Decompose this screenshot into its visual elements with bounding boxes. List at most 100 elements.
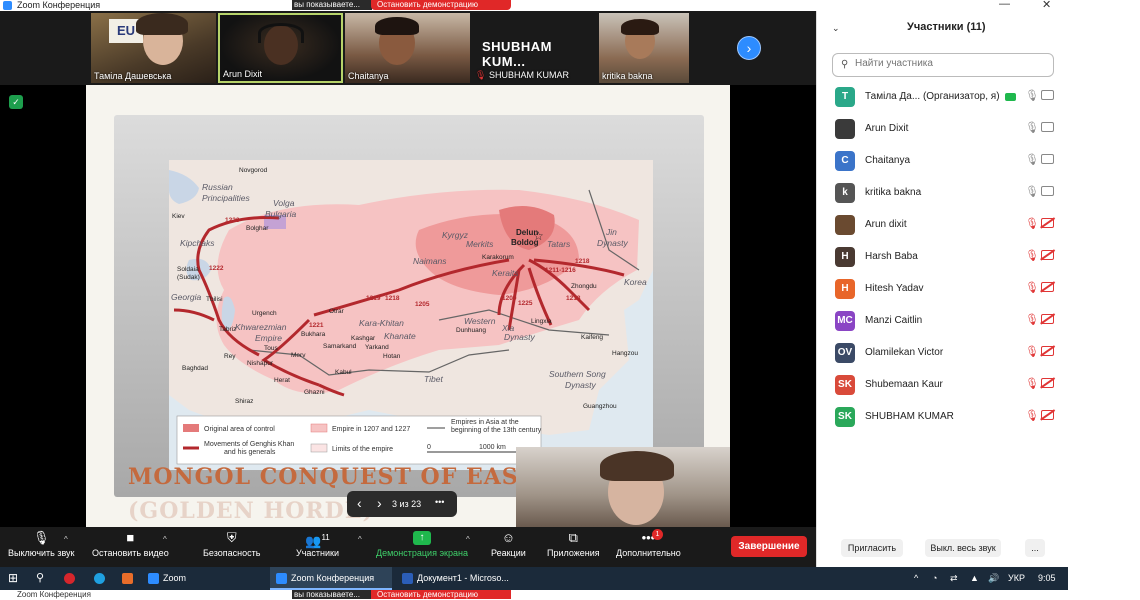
search-icon[interactable]: ⚲ [36,567,44,590]
collapse-chevron-icon[interactable]: ⌄ [832,23,840,34]
presenter-video-overlay[interactable] [516,447,730,527]
security-button[interactable]: ⛨ Безопасность [203,531,260,559]
video-off-icon[interactable] [1041,250,1054,260]
video-options-caret[interactable]: ^ [163,535,167,544]
microphone-icon[interactable]: 🎙 [1025,185,1039,198]
participant-row[interactable]: Arun dixit 🎙 [817,209,1069,241]
audio-options-caret[interactable]: ^ [64,535,68,544]
video-off-icon[interactable] [1041,346,1054,356]
map-year-label: 1211-1216 [545,267,576,274]
opera-icon[interactable] [64,567,79,590]
share-options-caret[interactable]: ^ [466,535,470,544]
video-off-icon[interactable] [1041,282,1054,292]
tray-wifi-icon[interactable]: ▲ [970,567,979,590]
map-place-label: Kara-Khitan [359,318,404,328]
minimize-button[interactable]: — [999,0,1010,10]
participants-button[interactable]: 👥11 Участники [296,531,339,558]
map-year-label: 1222 [209,265,224,272]
video-tile-tamila[interactable]: EU Таміла Дашевська [91,13,216,83]
tray-language[interactable]: УКР [1008,567,1025,590]
participant-row[interactable]: MC Manzi Caitlin 🎙 [817,305,1069,337]
mic-muted-icon[interactable]: 🎙 [1025,377,1039,390]
paint-icon[interactable] [122,567,137,590]
mic-muted-icon[interactable]: 🎙 [1025,409,1039,422]
participant-search[interactable]: ⚲ [832,53,1054,77]
video-off-icon[interactable] [1041,378,1054,388]
mic-muted-icon[interactable]: 🎙 [1025,281,1039,294]
participant-row[interactable]: C Chaitanya 🎙 [817,145,1069,177]
close-window-button[interactable]: ✕ [1042,0,1051,11]
legend-empires-asia-2: beginning of the 13th century [451,427,542,434]
invite-button[interactable]: Пригласить [841,539,903,557]
participant-row[interactable]: SK Shubemaan Kaur 🎙 [817,369,1069,401]
video-camera-icon[interactable] [1041,90,1054,100]
map-place-label: Khwarezmian [235,322,287,332]
participant-name-text: Manzi Caitlin [865,315,923,326]
end-meeting-button[interactable]: Завершение [731,536,807,557]
video-tile-arun[interactable]: Arun Dixit [218,13,343,83]
participants-caret[interactable]: ^ [358,535,362,544]
mic-muted-icon[interactable]: 🎙 [1025,345,1039,358]
tray-network-icon[interactable]: ◔ [932,567,937,590]
more-button[interactable]: ••• Дополнительно 1 [616,529,681,558]
next-page-button[interactable]: › [737,36,761,60]
pager-next-button[interactable]: › [377,495,382,511]
taskbar-zoom[interactable]: Zoom [148,567,266,590]
video-camera-icon[interactable] [1041,186,1054,196]
stop-share-button[interactable]: Остановить демонстрацию [371,0,511,10]
tray-clock[interactable]: 9:05 [1038,567,1056,590]
participant-name: Arun dixit [865,219,907,230]
participant-row[interactable]: T Таміла Да... (Организатор, я) 🎙 [817,81,1069,113]
tray-volume-icon[interactable]: 🔊 [988,567,999,590]
reactions-button[interactable]: ☺ Реакции [491,531,526,559]
participant-name-text: Shubemaan Kaur [865,379,943,390]
participant-row[interactable]: k kritika bakna 🎙 [817,177,1069,209]
video-tile-shubham[interactable]: SHUBHAM KUM... 🎙 SHUBHAM KUMAR [472,13,597,83]
video-tile-chaitanya[interactable]: Chaitanya [345,13,470,83]
mic-muted-icon[interactable]: 🎙 [1025,217,1039,230]
map-place-label: Western [464,316,496,326]
shield-icon[interactable]: ✓ [9,95,23,109]
participant-row[interactable]: Arun Dixit 🎙 [817,113,1069,145]
edge-icon[interactable] [94,567,109,590]
legend-limits: Limits of the empire [332,446,393,453]
microphone-icon[interactable]: 🎙 [1025,89,1039,102]
microphone-icon[interactable]: 🎙 [1025,153,1039,166]
mic-muted-icon[interactable]: 🎙 [1025,313,1039,326]
share-screen-button[interactable]: ↑ Демонстрация экрана [376,531,468,558]
participant-row[interactable]: H Harsh Baba 🎙 [817,241,1069,273]
video-camera-icon: ■ [126,530,135,545]
tray-chevron-icon[interactable]: ^ [914,567,918,590]
participant-hair [136,13,188,35]
apps-button[interactable]: ⧉ Приложения [547,531,600,559]
map-place-label: Boldog [511,238,539,247]
video-off-icon[interactable] [1041,218,1054,228]
video-camera-icon[interactable] [1041,122,1054,132]
video-tile-kritika[interactable]: kritika bakna [599,13,689,83]
participant-row[interactable]: H Hitesh Yadav 🎙 [817,273,1069,305]
mic-muted-icon[interactable]: 🎙 [1025,249,1039,262]
participant-row[interactable]: OV Olamilekan Victor 🎙 [817,337,1069,369]
map-place-label: Dynasty [565,380,596,390]
taskbar-word[interactable]: Документ1 - Microso... [398,567,522,590]
microphone-icon[interactable]: 🎙 [1025,121,1039,134]
more-label: Дополнительно [616,548,681,558]
pager-prev-button[interactable]: ‹ [357,495,362,511]
video-off-icon[interactable] [1041,410,1054,420]
sharing-text: вы показываете... [292,0,372,10]
slide-subtitle: (GOLDEN HORDE) [128,498,374,524]
participant-row[interactable]: SK SHUBHAM KUMAR 🎙 [817,401,1069,433]
map-place-label: Otrar [329,308,345,315]
map-place-label: Kashgar [351,335,376,342]
tray-sync-icon[interactable]: ⇄ [950,567,958,590]
taskbar-zoom-meeting[interactable]: Zoom Конференция [270,567,392,590]
video-off-icon[interactable] [1041,314,1054,324]
search-input[interactable] [855,58,1045,69]
tile-name: Chaitanya [348,71,389,81]
video-camera-icon[interactable] [1041,154,1054,164]
panel-more-button[interactable]: ... [1025,539,1045,557]
pager-more-button[interactable]: ••• [435,497,444,507]
windows-start-icon[interactable]: ⊞ [8,567,18,590]
stop-video-button[interactable]: ■ Остановить видео [92,530,169,559]
mute-all-button[interactable]: Выкл. весь звук [925,539,1001,557]
